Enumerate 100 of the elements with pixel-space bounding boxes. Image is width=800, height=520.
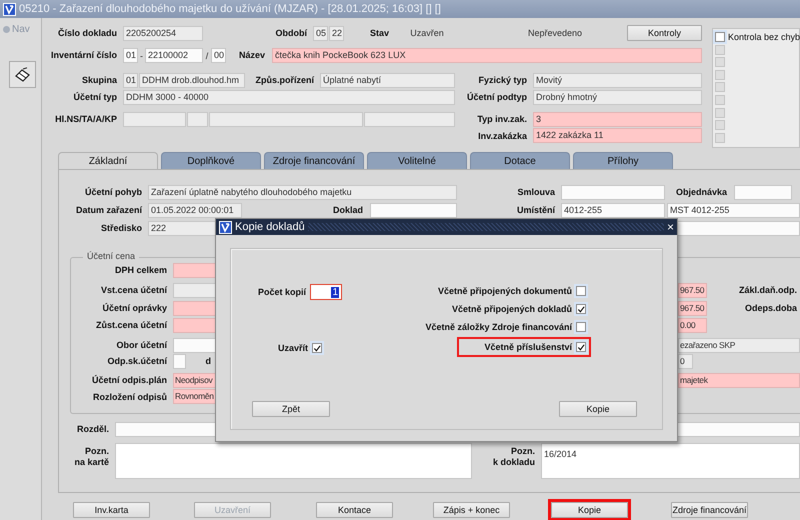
- field-label: Středisko: [100, 223, 143, 234]
- text-field[interactable]: [123, 112, 186, 127]
- text-field[interactable]: Zařazení úplatně nabytého dlouhodobého majetku: [148, 185, 457, 200]
- text-field[interactable]: Úplatné nabytí: [320, 73, 455, 88]
- tab[interactable]: Přílohy: [573, 152, 673, 169]
- group-title: Účetní cena: [83, 251, 140, 261]
- field-label: Číslo dokladu: [56, 28, 118, 38]
- push-button[interactable]: Zápis + konec: [433, 502, 510, 518]
- field-label: Fyzický typ: [477, 75, 528, 86]
- app-icon: [219, 220, 232, 234]
- field-label: Zůst.cena účetní: [94, 320, 168, 331]
- text-field[interactable]: Movitý: [533, 73, 702, 88]
- status-text: -: [139, 50, 144, 60]
- field-label: Počet kopií: [256, 287, 306, 297]
- radio-icon: [3, 26, 10, 33]
- text-field[interactable]: 01: [123, 48, 138, 63]
- field-label: Účetní odpis.plán: [90, 375, 168, 386]
- push-button[interactable]: Kontroly: [627, 25, 702, 41]
- check-label: Kontrola bez chyb: [728, 32, 800, 42]
- text-field[interactable]: 967.50: [678, 301, 707, 316]
- field-label: Uzavřít: [276, 343, 308, 353]
- field-label: Účetní typ: [72, 92, 118, 103]
- text-field[interactable]: 01: [123, 73, 138, 88]
- push-button[interactable]: Zpět: [252, 401, 330, 417]
- text-field[interactable]: [370, 203, 457, 218]
- tab[interactable]: Doplňkové: [161, 152, 261, 169]
- checkbox[interactable]: [576, 286, 586, 296]
- push-button[interactable]: Zdroje financování: [671, 502, 748, 518]
- field-label: Skupina: [80, 75, 118, 86]
- text-field[interactable]: Drobný hmotný: [533, 90, 702, 105]
- field-label: Název: [238, 50, 266, 61]
- checkbox[interactable]: [576, 322, 586, 332]
- field-label: Umístění: [516, 205, 556, 216]
- text-field[interactable]: MST 4012-255: [667, 203, 800, 218]
- text-field[interactable]: 0: [678, 354, 693, 369]
- push-button[interactable]: Inv.karta: [73, 502, 150, 518]
- status-text: Nepřevedeno: [526, 28, 584, 38]
- text-field[interactable]: 01.05.2022 00:00:01: [148, 203, 242, 218]
- text-field[interactable]: [561, 185, 665, 200]
- text-field[interactable]: 967.50: [678, 283, 707, 298]
- text-field[interactable]: [209, 112, 363, 127]
- tab[interactable]: Volitelné: [367, 152, 467, 169]
- number-field[interactable]: 1: [310, 284, 342, 300]
- field-label: Odeps.doba: [744, 303, 798, 314]
- text-area[interactable]: 16/2014: [541, 443, 800, 479]
- tab[interactable]: Zdroje financování: [264, 152, 364, 169]
- window-title: 05210 - Zařazení dlouhodobého majetku do užívání (MJZAR) - [28.01.2025; 16:03] [] []: [19, 3, 441, 15]
- field-label: Inventární číslo: [50, 50, 118, 61]
- text-field[interactable]: 22: [329, 26, 344, 40]
- tab[interactable]: Základní: [58, 152, 158, 169]
- field-label: Obor účetní: [115, 340, 168, 351]
- text-field[interactable]: 3: [533, 112, 702, 127]
- option-label: Včetně příslušenství: [484, 342, 572, 352]
- text-field[interactable]: 4012-255: [561, 203, 665, 218]
- field-label: Období: [274, 28, 308, 38]
- text-field[interactable]: DDHM 3000 - 40000: [123, 90, 455, 105]
- field-label: Zákl.daň.odp.: [738, 285, 798, 296]
- text-field[interactable]: 05: [313, 26, 328, 40]
- field-label: Typ inv.zak.: [476, 114, 528, 125]
- status-text: /: [204, 50, 210, 60]
- app-icon: [3, 2, 16, 16]
- field-label: DPH celkem: [114, 265, 168, 276]
- text-field[interactable]: [734, 185, 792, 200]
- push-button[interactable]: Kopie: [559, 401, 637, 417]
- text-field[interactable]: DDHM drob.dlouhod.hm: [139, 73, 245, 88]
- text-field[interactable]: 0.00: [678, 318, 707, 333]
- field-label: Účetní oprávky: [101, 303, 168, 314]
- field-label: Pozn. na kartě: [73, 445, 110, 468]
- eraser-icon: [14, 66, 30, 82]
- field-label: Smlouva: [516, 187, 556, 198]
- field-label: Stav: [368, 28, 390, 38]
- text-area[interactable]: [115, 443, 472, 479]
- text-field[interactable]: 00: [211, 48, 226, 63]
- text-field[interactable]: 1422 zakázka 11: [533, 128, 702, 143]
- field-label: Pozn. k dokladu: [492, 445, 536, 468]
- push-button[interactable]: Kontace: [316, 502, 393, 518]
- field-label: Rozděl.: [76, 424, 110, 434]
- field-label: Datum zařazení: [74, 205, 144, 216]
- field-label: Způs.pořízení: [254, 75, 316, 86]
- checkbox[interactable]: [576, 342, 586, 352]
- text-field[interactable]: [364, 112, 455, 127]
- field-label: Účetní pohyb: [84, 187, 143, 198]
- field-label: Inv.zakázka: [477, 130, 528, 142]
- text-field[interactable]: majetek: [678, 373, 800, 388]
- option-label: Včetně připojených dokladů: [452, 304, 572, 314]
- text-field[interactable]: [173, 354, 186, 369]
- text-field[interactable]: ezařazeno SKP: [678, 338, 800, 353]
- push-button[interactable]: Kopie: [551, 502, 628, 518]
- text-field[interactable]: 2205200254: [123, 26, 203, 40]
- text-field[interactable]: 22100002: [145, 48, 203, 63]
- close-button[interactable]: ×: [666, 221, 674, 233]
- checkbox[interactable]: [312, 343, 322, 353]
- checkbox[interactable]: [715, 32, 725, 42]
- tab[interactable]: Dotace: [470, 152, 570, 169]
- text-field[interactable]: čtečka knih PockeBook 623 LUX: [272, 48, 702, 63]
- text-field[interactable]: [187, 112, 208, 127]
- field-label: Hl.NS/TA/A/KP: [54, 114, 118, 125]
- tool-button[interactable]: [9, 61, 36, 88]
- option-label: Včetně připojených dokumentů: [438, 286, 572, 296]
- checkbox[interactable]: [576, 304, 586, 314]
